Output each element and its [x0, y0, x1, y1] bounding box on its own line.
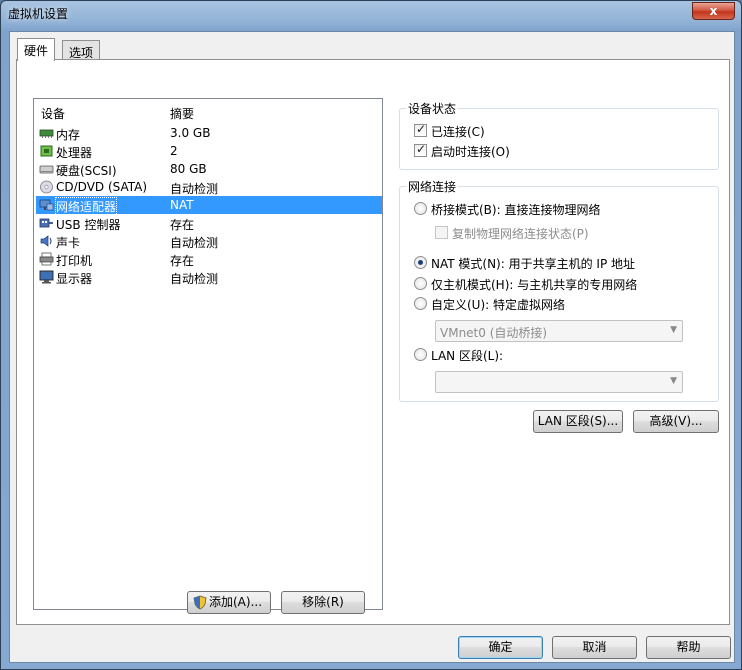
device-summary: 存在: [170, 218, 195, 232]
device-name: CD/DVD (SATA): [56, 180, 148, 194]
host-only-radio-dot[interactable]: [414, 277, 427, 290]
device-summary: 2: [170, 144, 178, 158]
add-device-label: 添加(A)...: [209, 595, 263, 609]
display-icon: [39, 270, 54, 284]
device-name: 网络适配器: [54, 197, 118, 216]
hard-disk-icon: [39, 165, 54, 174]
close-button[interactable]: x: [692, 2, 735, 20]
remove-device-label: 移除(R): [302, 595, 344, 609]
cancel-label: 取消: [582, 640, 607, 654]
help-label: 帮助: [676, 640, 701, 654]
sound-card-icon: [40, 235, 52, 247]
bridged-label: 桥接模式(B): 直接连接物理网络: [431, 203, 601, 217]
dropdown-arrow-icon: ▼: [670, 325, 677, 335]
nat-radio-dot[interactable]: [414, 256, 427, 269]
host-only-label: 仅主机模式(H): 与主机共享的专用网络: [431, 278, 638, 292]
connected-label: 已连接(C): [431, 125, 485, 139]
network-connection-title: 网络连接: [406, 178, 459, 195]
tab-options[interactable]: 选项: [62, 40, 101, 60]
bridged-radio-dot[interactable]: [414, 202, 427, 215]
dropdown-arrow-icon: ▼: [670, 376, 677, 386]
remove-device-button[interactable]: 移除(R): [281, 591, 365, 614]
nat-label: NAT 模式(N): 用于共享主机的 IP 地址: [431, 257, 636, 271]
memory-icon: [39, 129, 54, 138]
device-name: 内存: [56, 128, 81, 142]
dialog-client-area: 硬件 选项 设备 摘要 内存 3.0 GB 处理器 2 硬盘(SCSI) 80 GB CD/…: [9, 31, 735, 663]
custom-network-select[interactable]: VMnet0 (自动桥接) ▼: [435, 320, 683, 342]
device-row[interactable]: 打印机 存在: [36, 250, 382, 268]
cd-dvd-icon: [40, 180, 53, 194]
usb-icon: [39, 218, 53, 228]
add-device-button[interactable]: 添加(A)...: [187, 591, 271, 614]
device-name: 硬盘(SCSI): [56, 164, 117, 178]
device-name: 打印机: [56, 254, 93, 268]
device-row[interactable]: 处理器 2: [36, 142, 382, 160]
tab-hardware-label: 硬件: [24, 44, 49, 58]
connect-at-power-on-box[interactable]: ✓: [414, 142, 427, 157]
device-summary: 3.0 GB: [170, 126, 211, 140]
cancel-button[interactable]: 取消: [552, 636, 637, 659]
printer-icon: [39, 252, 54, 266]
virtual-machine-settings-window: 虚拟机设置 x 硬件 选项 设备 摘要 内存 3.0 GB 处理器 2 硬盘(SCSI)…: [0, 0, 742, 670]
check-mark-icon: ✓: [416, 122, 427, 136]
device-row[interactable]: 声卡 自动检测: [36, 232, 382, 250]
device-list[interactable]: 设备 摘要 内存 3.0 GB 处理器 2 硬盘(SCSI) 80 GB CD/DVD (S…: [33, 98, 383, 610]
shield-icon: [193, 595, 207, 610]
device-summary: 自动检测: [170, 236, 219, 250]
ok-button[interactable]: 确定: [458, 636, 543, 659]
custom-label: 自定义(U): 特定虚拟网络: [431, 298, 566, 312]
device-status-title: 设备状态: [406, 100, 459, 117]
help-button[interactable]: 帮助: [646, 636, 731, 659]
lan-segment-label: LAN 区段(L):: [431, 349, 504, 363]
device-name: 处理器: [56, 146, 93, 160]
tab-hardware[interactable]: 硬件: [17, 38, 56, 61]
connect-at-power-on-label: 启动时连接(O): [431, 145, 510, 159]
tab-options-label: 选项: [69, 46, 94, 60]
lan-segments-button[interactable]: LAN 区段(S)...: [533, 410, 623, 433]
device-summary: NAT: [170, 198, 194, 212]
device-row[interactable]: 硬盘(SCSI) 80 GB: [36, 160, 382, 178]
device-name: USB 控制器: [56, 218, 121, 232]
device-name: 显示器: [56, 272, 93, 286]
device-row[interactable]: 显示器 自动检测: [36, 268, 382, 286]
column-header-summary[interactable]: 摘要: [170, 105, 194, 122]
device-list-header: 设备 摘要: [34, 99, 382, 122]
network-adapter-icon: [39, 199, 54, 211]
title-bar[interactable]: 虚拟机设置 x: [1, 1, 741, 25]
device-summary: 自动检测: [170, 272, 219, 286]
device-summary: 80 GB: [170, 162, 207, 176]
device-summary: 存在: [170, 254, 195, 268]
column-header-device[interactable]: 设备: [41, 105, 65, 122]
device-summary: 自动检测: [170, 182, 219, 196]
device-name: 声卡: [56, 236, 81, 250]
device-row[interactable]: 网络适配器 NAT: [36, 196, 382, 216]
lan-segments-label: LAN 区段(S)...: [537, 414, 619, 428]
device-row[interactable]: CD/DVD (SATA) 自动检测: [36, 178, 382, 196]
custom-network-value: VMnet0 (自动桥接): [440, 326, 548, 340]
lan-segment-radio-dot[interactable]: [414, 348, 427, 361]
window-title: 虚拟机设置: [8, 7, 69, 21]
connected-checkbox-box[interactable]: ✓: [414, 122, 427, 137]
advanced-button[interactable]: 高级(V)...: [633, 410, 719, 433]
device-status-group: 设备状态 ✓ 已连接(C) ✓ 启动时连接(O): [399, 100, 719, 170]
device-row[interactable]: 内存 3.0 GB: [36, 124, 382, 142]
network-connection-group: 网络连接 桥接模式(B): 直接连接物理网络 复制物理网络连接状态(P) NAT…: [399, 178, 719, 402]
hardware-tab-panel: 设备 摘要 内存 3.0 GB 处理器 2 硬盘(SCSI) 80 GB CD/DVD (S…: [16, 59, 730, 625]
lan-segment-select[interactable]: ▼: [435, 371, 683, 393]
replicate-physical-state-label: 复制物理网络连接状态(P): [452, 227, 589, 241]
ok-label: 确定: [488, 640, 513, 654]
custom-radio-dot[interactable]: [414, 297, 427, 310]
check-mark-icon: ✓: [416, 142, 427, 156]
close-icon: x: [709, 4, 718, 18]
replicate-physical-state-box[interactable]: [435, 226, 448, 239]
processor-icon: [40, 145, 53, 157]
advanced-label: 高级(V)...: [649, 414, 703, 428]
device-row[interactable]: USB 控制器 存在: [36, 214, 382, 232]
